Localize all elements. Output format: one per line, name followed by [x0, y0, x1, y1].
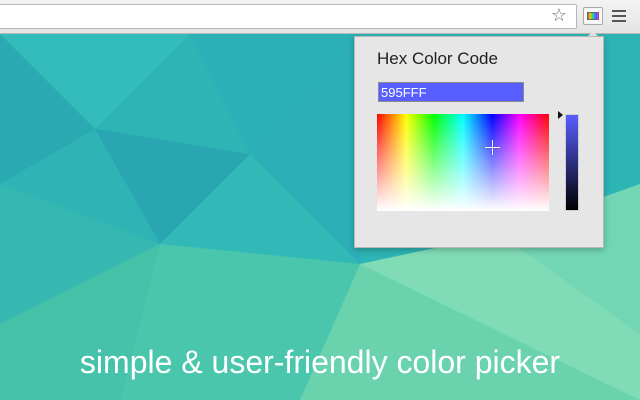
brightness-slider[interactable]: [565, 114, 579, 211]
hamburger-menu-icon[interactable]: [612, 10, 626, 23]
crosshair-cursor-icon: [485, 140, 500, 155]
address-bar[interactable]: ☆: [0, 4, 577, 29]
color-picker-icon: [587, 12, 599, 20]
caption-text: simple & user-friendly color picker: [79, 344, 561, 380]
popup-title: Hex Color Code: [377, 49, 498, 68]
color-picker-popup: Hex Color Code: [354, 36, 604, 248]
hex-color-input[interactable]: [378, 82, 524, 102]
browser-toolbar: ☆: [0, 0, 640, 34]
color-spectrum[interactable]: [377, 114, 549, 211]
value-slider-arrow-icon[interactable]: [558, 111, 563, 119]
bookmark-star-icon[interactable]: ☆: [550, 7, 568, 25]
color-picker-extension-button[interactable]: [583, 7, 603, 25]
